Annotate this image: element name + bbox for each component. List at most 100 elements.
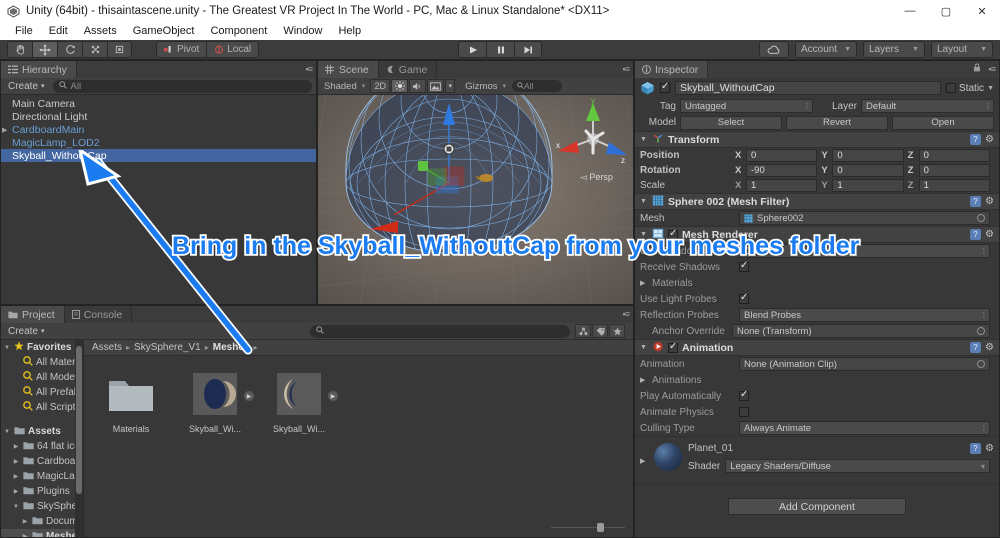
gear-icon[interactable]: ⚙: [985, 229, 994, 240]
favorites-icon[interactable]: [609, 324, 625, 338]
menu-window[interactable]: Window: [275, 24, 330, 38]
scene-options-icon[interactable]: ▪≡: [623, 64, 631, 74]
rect-tool-button[interactable]: [107, 41, 132, 58]
pause-button[interactable]: [486, 41, 514, 58]
maximize-button[interactable]: ▢: [928, 0, 964, 22]
expand-arrow-icon[interactable]: ▶: [21, 533, 29, 537]
pivot-mode-button[interactable]: Pivot: [156, 41, 207, 58]
lock-icon[interactable]: [973, 63, 981, 74]
transform-component-header[interactable]: ▼ Transform ? ⚙: [635, 131, 999, 148]
field-enum-dropdown[interactable]: Blend Probes ⁞: [739, 308, 990, 322]
meshfilter-component-header[interactable]: ▼ Sphere 002 (Mesh Filter) ? ⚙: [635, 193, 999, 210]
tab-inspector[interactable]: Inspector: [635, 61, 709, 78]
expand-arrow-icon[interactable]: ▶: [12, 443, 20, 450]
project-tree-item[interactable]: [1, 415, 83, 424]
hierarchy-item[interactable]: Main Camera: [1, 97, 316, 110]
step-button[interactable]: [514, 41, 542, 58]
help-icon[interactable]: ?: [970, 342, 982, 353]
mesh-object-field[interactable]: Sphere002: [739, 211, 990, 225]
layer-dropdown[interactable]: Default ⁞: [861, 99, 994, 113]
foldout-icon[interactable]: ▶: [640, 376, 648, 384]
object-picker-icon[interactable]: [977, 360, 985, 368]
project-tree-item[interactable]: ▶ Meshes: [1, 529, 83, 537]
layout-dropdown[interactable]: Layout ▼: [931, 41, 993, 58]
tab-game[interactable]: Game: [378, 61, 438, 78]
asset-item[interactable]: ▶ Skyball_Wi...: [184, 368, 255, 515]
expand-arrow-icon[interactable]: ▶: [12, 473, 20, 480]
object-enabled-checkbox[interactable]: [660, 81, 670, 93]
material-foldout-icon[interactable]: ▶: [640, 457, 648, 465]
project-options-icon[interactable]: ▪≡: [623, 309, 631, 319]
project-tree-item[interactable]: All Scripts: [1, 400, 83, 415]
local-mode-button[interactable]: Local: [206, 41, 260, 58]
help-icon[interactable]: ?: [970, 443, 982, 454]
project-tree-scrollbar[interactable]: [75, 340, 83, 537]
transform-y-input[interactable]: 0: [832, 149, 904, 162]
asset-item[interactable]: Materials: [100, 368, 162, 515]
collapse-arrow-icon[interactable]: ▼: [3, 429, 11, 435]
expand-arrow-icon[interactable]: ▶: [2, 126, 9, 134]
static-dropdown-icon[interactable]: ▼: [987, 85, 994, 92]
shader-dropdown[interactable]: Legacy Shaders/Diffuse ▾: [725, 459, 990, 473]
scene-viewport[interactable]: y x z ◅ Persp: [318, 95, 633, 304]
project-tree-item[interactable]: ▼ SkySpher: [1, 499, 83, 514]
project-tree-item[interactable]: ▶ MagicLam: [1, 469, 83, 484]
collapse-arrow-icon[interactable]: ▼: [12, 504, 20, 510]
rotate-tool-button[interactable]: [57, 41, 82, 58]
transform-y-input[interactable]: 1: [832, 179, 904, 192]
gear-icon[interactable]: ⚙: [985, 342, 994, 353]
gear-icon[interactable]: ⚙: [985, 196, 994, 207]
toggle-2d-button[interactable]: 2D: [370, 79, 391, 93]
minimize-button[interactable]: —: [892, 0, 928, 22]
gear-icon[interactable]: ⚙: [985, 443, 994, 454]
menu-gameobject[interactable]: GameObject: [125, 24, 203, 38]
field-checkbox[interactable]: [739, 260, 749, 272]
project-tree-item[interactable]: ▶ 64 flat ico: [1, 439, 83, 454]
gizmos-dropdown[interactable]: Gizmos ▾: [461, 79, 510, 93]
foldout-icon[interactable]: ▼: [640, 344, 648, 351]
asset-expand-icon[interactable]: ▶: [243, 390, 255, 402]
transform-z-input[interactable]: 0: [918, 164, 990, 177]
menu-edit[interactable]: Edit: [41, 24, 76, 38]
play-button[interactable]: [458, 41, 486, 58]
transform-y-input[interactable]: 0: [832, 164, 904, 177]
project-search-input[interactable]: [310, 324, 570, 338]
filter-by-label-icon[interactable]: [592, 324, 608, 338]
move-tool-button[interactable]: [32, 41, 57, 58]
tag-dropdown[interactable]: Untagged ⁞: [680, 99, 813, 113]
zoom-slider-knob[interactable]: [597, 522, 604, 532]
scene-fx-toggle[interactable]: [427, 79, 445, 93]
hierarchy-item[interactable]: Directional Light: [1, 110, 316, 123]
help-icon[interactable]: ?: [970, 196, 982, 207]
animation-enabled-checkbox[interactable]: [668, 341, 678, 353]
object-name-input[interactable]: Skyball_WithoutCap: [675, 81, 942, 95]
project-create-button[interactable]: Create ▾: [5, 326, 48, 337]
foldout-icon[interactable]: ▼: [640, 198, 648, 205]
menu-component[interactable]: Component: [202, 24, 275, 38]
tab-hierarchy[interactable]: Hierarchy: [1, 61, 77, 78]
tab-project[interactable]: Project: [1, 306, 65, 323]
cloud-services-button[interactable]: [759, 41, 789, 58]
asset-zoom-slider[interactable]: [551, 521, 625, 533]
model-revert-button[interactable]: Revert: [786, 115, 888, 130]
layers-dropdown[interactable]: Layers ▼: [863, 41, 925, 58]
expand-arrow-icon[interactable]: ▶: [21, 518, 29, 525]
project-tree-item[interactable]: All Models: [1, 370, 83, 385]
hierarchy-item[interactable]: ▶ CardboardMain: [1, 123, 316, 136]
hierarchy-create-button[interactable]: Create ▾: [5, 81, 48, 92]
filter-by-type-icon[interactable]: [575, 324, 591, 338]
foldout-icon[interactable]: ▶: [640, 279, 648, 287]
transform-x-input[interactable]: 1: [746, 179, 818, 192]
transform-z-input[interactable]: 0: [918, 149, 990, 162]
model-select-button[interactable]: Select: [680, 115, 782, 130]
field-object-picker[interactable]: None (Animation Clip): [739, 357, 990, 371]
model-open-button[interactable]: Open: [892, 115, 994, 130]
add-component-button[interactable]: Add Component: [728, 498, 906, 515]
field-checkbox[interactable]: [739, 389, 749, 401]
close-button[interactable]: ✕: [964, 0, 1000, 22]
collapse-arrow-icon[interactable]: ▼: [3, 345, 11, 351]
hierarchy-search-input[interactable]: All: [52, 79, 312, 93]
help-icon[interactable]: ?: [970, 134, 982, 145]
menu-file[interactable]: File: [7, 24, 41, 38]
gear-icon[interactable]: ⚙: [985, 134, 994, 145]
